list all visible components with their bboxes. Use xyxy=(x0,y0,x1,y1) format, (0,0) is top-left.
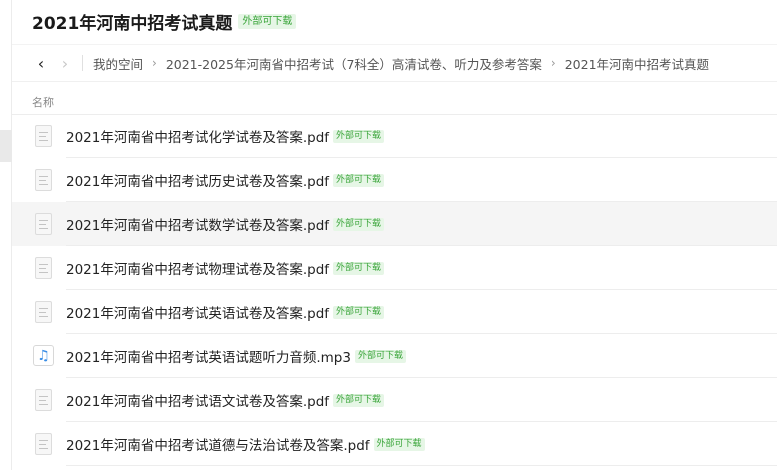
external-download-badge: 外部可下载 xyxy=(333,393,385,407)
breadcrumb-bar: ‹ › 我的空间 › 2021-2025年河南省中招考试（7科全）高清试卷、听力… xyxy=(12,44,777,82)
forward-arrow-icon[interactable]: › xyxy=(54,51,76,75)
external-download-badge: 外部可下载 xyxy=(333,129,385,143)
file-row[interactable]: ♫ 2021年河南省中招考试英语试题听力音频.mp3 外部可下载 xyxy=(12,334,777,378)
pdf-file-icon xyxy=(35,257,52,279)
external-download-badge: 外部可下载 xyxy=(333,173,385,187)
file-row[interactable]: 2021年河南省中招考试语文试卷及答案.pdf 外部可下载 xyxy=(12,378,777,422)
file-name: 2021年河南省中招考试历史试卷及答案.pdf xyxy=(66,174,330,190)
file-row[interactable]: 2021年河南省中招考试物理试卷及答案.pdf 外部可下载 xyxy=(12,246,777,290)
breadcrumb-item-parent-folder[interactable]: 2021-2025年河南省中招考试（7科全）高清试卷、听力及参考答案 xyxy=(166,54,542,73)
back-arrow-icon[interactable]: ‹ xyxy=(30,51,52,75)
file-row[interactable]: 2021年河南省中招考试英语试卷及答案.pdf 外部可下载 xyxy=(12,290,777,334)
file-list: 2021年河南省中招考试化学试卷及答案.pdf 外部可下载 2021年河南省中招考… xyxy=(12,114,777,466)
pdf-file-icon xyxy=(35,433,52,455)
pdf-file-icon xyxy=(35,389,52,411)
external-download-badge: 外部可下载 xyxy=(354,349,406,363)
file-row[interactable]: 2021年河南省中招考试数学试卷及答案.pdf 外部可下载 xyxy=(12,202,777,246)
external-download-badge: 外部可下载 xyxy=(333,305,385,319)
file-row[interactable]: 2021年河南省中招考试化学试卷及答案.pdf 外部可下载 xyxy=(12,114,777,158)
pdf-file-icon xyxy=(35,301,52,323)
pdf-file-icon xyxy=(35,125,52,147)
sidebar-active-marker xyxy=(0,130,12,162)
pdf-file-icon xyxy=(35,169,52,191)
file-name: 2021年河南省中招考试物理试卷及答案.pdf xyxy=(66,262,330,278)
nav-divider xyxy=(82,55,83,71)
breadcrumb-separator-icon: › xyxy=(550,56,556,70)
breadcrumb-separator-icon: › xyxy=(152,56,157,70)
page-title: 2021年河南中招考试真题 xyxy=(32,13,233,34)
file-row[interactable]: 2021年河南省中招考试道德与法治试卷及答案.pdf 外部可下载 xyxy=(12,422,777,466)
external-download-badge: 外部可下载 xyxy=(238,13,297,29)
file-name: 2021年河南省中招考试道德与法治试卷及答案.pdf xyxy=(66,438,370,454)
external-download-badge: 外部可下载 xyxy=(333,261,385,275)
external-download-badge: 外部可下载 xyxy=(373,437,425,451)
file-name: 2021年河南省中招考试英语试卷及答案.pdf xyxy=(66,306,330,322)
breadcrumb-item-my-space[interactable]: 我的空间 xyxy=(93,54,143,73)
pdf-file-icon xyxy=(35,213,52,235)
file-name: 2021年河南省中招考试化学试卷及答案.pdf xyxy=(66,130,330,146)
file-name: 2021年河南省中招考试语文试卷及答案.pdf xyxy=(66,394,330,410)
left-sidebar-strip xyxy=(0,0,12,470)
header: 2021年河南中招考试真题 外部可下载 xyxy=(32,8,297,34)
file-name: 2021年河南省中招考试数学试卷及答案.pdf xyxy=(66,218,330,234)
external-download-badge: 外部可下载 xyxy=(333,217,385,231)
column-header-name: 名称 xyxy=(32,96,54,109)
breadcrumb-item-current-folder[interactable]: 2021年河南中招考试真题 xyxy=(565,54,709,73)
file-name: 2021年河南省中招考试英语试题听力音频.mp3 xyxy=(66,350,351,366)
music-note-icon: ♫ xyxy=(33,345,54,366)
file-row[interactable]: 2021年河南省中招考试历史试卷及答案.pdf 外部可下载 xyxy=(12,158,777,202)
